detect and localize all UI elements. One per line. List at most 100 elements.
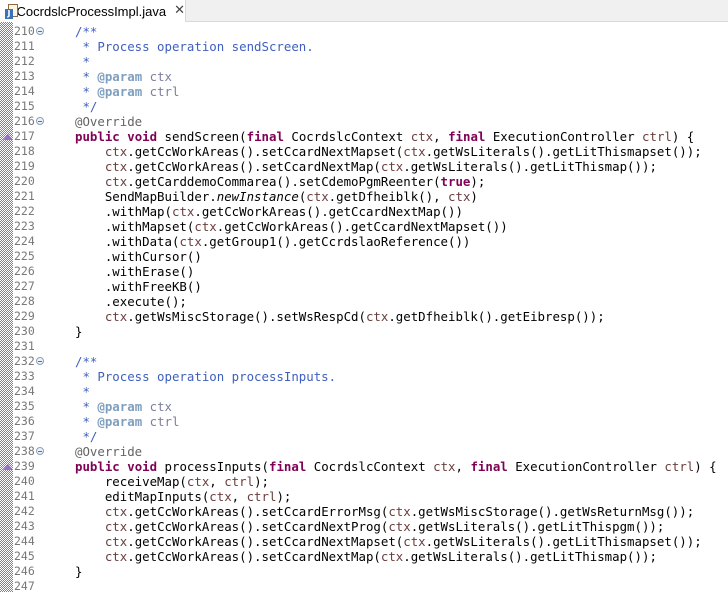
code-line[interactable]: 217 public void sendScreen(final Cocrdslc… (0, 129, 728, 144)
code-line[interactable]: 212 * (0, 54, 728, 69)
token-kw: void (127, 129, 158, 144)
token-par: ctx (104, 549, 128, 564)
token-par: ctx (306, 189, 329, 204)
token-par: ctx (380, 159, 404, 174)
code-line[interactable]: 231 (0, 339, 728, 354)
override-indicator-icon[interactable] (3, 134, 13, 140)
token-kw: final (246, 129, 284, 144)
fold-collapse-icon[interactable] (36, 357, 44, 365)
token: .withMap( (75, 204, 172, 219)
code-line[interactable]: 226 .withErase() (0, 264, 728, 279)
token-jd: * (75, 414, 98, 429)
code-line[interactable]: 222 .withMap(ctx.getCcWorkAreas().getCca… (0, 204, 728, 219)
code-line[interactable]: 238 @Override (0, 444, 728, 459)
code-line[interactable]: 230} (0, 324, 728, 339)
code-text: .withMapset(ctx.getCcWorkAreas().getCcar… (75, 219, 508, 234)
code-text: * @param ctrl (75, 414, 179, 429)
code-line[interactable]: 227 .withFreeKB() (0, 279, 728, 294)
code-line[interactable]: 242 ctx.getCcWorkAreas().setCcardErrorMs… (0, 504, 728, 519)
code-line[interactable]: 245 ctx.getCcWorkAreas().setCcardNextMap… (0, 549, 728, 564)
code-line[interactable]: 244 ctx.getCcWorkAreas().setCcardNextMap… (0, 534, 728, 549)
token-par: ctx (403, 534, 426, 549)
token-par: ctx (104, 174, 128, 189)
editor-tab-cocrdslcprocessimpl[interactable]: J CocrdslcProcessImpl.java ✕ (0, 0, 186, 22)
code-editor[interactable]: 210/** 211 * Process operation sendScreen… (0, 22, 728, 593)
token-par: ctx (104, 159, 128, 174)
code-line[interactable]: 211 * Process operation sendScreen. (0, 39, 728, 54)
code-line[interactable]: 213 * @param ctx (0, 69, 728, 84)
line-number: 217 (14, 129, 35, 143)
token-kw: void (127, 459, 158, 474)
code-line[interactable]: 229 ctx.getWsMiscStorage().setWsRespCd(c… (0, 309, 728, 324)
code-line[interactable]: 225 .withCursor() (0, 249, 728, 264)
fold-collapse-icon[interactable] (36, 447, 44, 455)
token: ExecutionController (485, 129, 643, 144)
token: .getWsLiterals().getLitThismapset()); (425, 144, 702, 159)
token-jd: * (75, 54, 90, 69)
token-jd: */ (75, 429, 98, 444)
token-jdp: ctrl (142, 84, 180, 99)
code-line[interactable]: 236 * @param ctrl (0, 414, 728, 429)
token: , (455, 459, 471, 474)
code-line[interactable]: 246} (0, 564, 728, 579)
code-line[interactable]: 210 /** (0, 24, 728, 39)
code-line[interactable]: 216 @Override (0, 114, 728, 129)
code-line[interactable]: 214 * @param ctrl (0, 84, 728, 99)
fold-collapse-icon[interactable] (36, 27, 44, 35)
code-line[interactable]: 223 .withMapset(ctx.getCcWorkAreas().get… (0, 219, 728, 234)
token: .withFreeKB() (75, 279, 202, 294)
code-line[interactable]: 218 ctx.getCcWorkAreas().setCcardNextMap… (0, 144, 728, 159)
code-line[interactable]: 237 */ (0, 429, 728, 444)
token-par: ctx (104, 144, 128, 159)
token-jd: */ (75, 99, 98, 114)
token: } (75, 324, 83, 339)
code-line[interactable]: 239 public void processInputs(final Cocrd… (0, 459, 728, 474)
line-number: 234 (14, 384, 35, 398)
code-line[interactable]: 234 * (0, 384, 728, 399)
code-line[interactable]: 221 SendMapBuilder.newInstance(ctx.getDf… (0, 189, 728, 204)
token: CocrdslcContext (306, 459, 434, 474)
line-number: 216 (14, 114, 35, 128)
code-line[interactable]: 243 ctx.getCcWorkAreas().setCcardNextPro… (0, 519, 728, 534)
code-line[interactable]: 233 * Process operation processInputs. (0, 369, 728, 384)
code-line[interactable]: 240 receiveMap(ctx, ctrl); (0, 474, 728, 489)
code-line[interactable]: 241 editMapInputs(ctx, ctrl); (0, 489, 728, 504)
token: .getWsMiscStorage().getWsReturnMsg()); (410, 504, 695, 519)
token: ) (470, 189, 478, 204)
line-number: 214 (14, 84, 35, 98)
token-jdp: ctx (142, 399, 172, 414)
code-text: .withData(ctx.getGroup1().getCcrdslaoRef… (75, 234, 471, 249)
line-number: 232 (14, 354, 35, 368)
fold-collapse-icon[interactable] (36, 117, 44, 125)
code-text: * (75, 54, 90, 69)
token: .getCcWorkAreas().setCcardNextProg( (127, 519, 389, 534)
override-indicator-icon[interactable] (3, 464, 13, 470)
code-line[interactable]: 219 ctx.getCcWorkAreas().setCcardNextMap… (0, 159, 728, 174)
code-line[interactable]: 228 .execute(); (0, 294, 728, 309)
code-text: .withFreeKB() (75, 279, 202, 294)
code-line[interactable]: 235 * @param ctx (0, 399, 728, 414)
token: .withData( (75, 234, 180, 249)
token: , (209, 474, 225, 489)
code-line[interactable]: 215 */ (0, 99, 728, 114)
token-par: ctx (410, 129, 434, 144)
token-jd: /** (75, 354, 98, 369)
token-kw: true (440, 174, 471, 189)
code-text: ctx.getCcWorkAreas().setCcardErrorMsg(ct… (75, 504, 694, 519)
code-text: SendMapBuilder.newInstance(ctx.getDfheib… (75, 189, 478, 204)
code-line[interactable]: 220 ctx.getCarddemoCommarea().setCdemoPg… (0, 174, 728, 189)
close-icon[interactable]: ✕ (174, 0, 185, 22)
token-par: ctx (104, 519, 128, 534)
token-kw: public (75, 459, 120, 474)
code-line[interactable]: 224 .withData(ctx.getGroup1().getCcrdsla… (0, 234, 728, 249)
code-text: ctx.getCcWorkAreas().setCcardNextMapset(… (75, 534, 702, 549)
token-kw: final (268, 459, 307, 474)
token-par: ctx (186, 474, 210, 489)
token: .getCcWorkAreas().setCcardNextMap( (127, 159, 381, 174)
code-line[interactable]: 232 /** (0, 354, 728, 369)
token-jdtag: @param (97, 84, 143, 99)
